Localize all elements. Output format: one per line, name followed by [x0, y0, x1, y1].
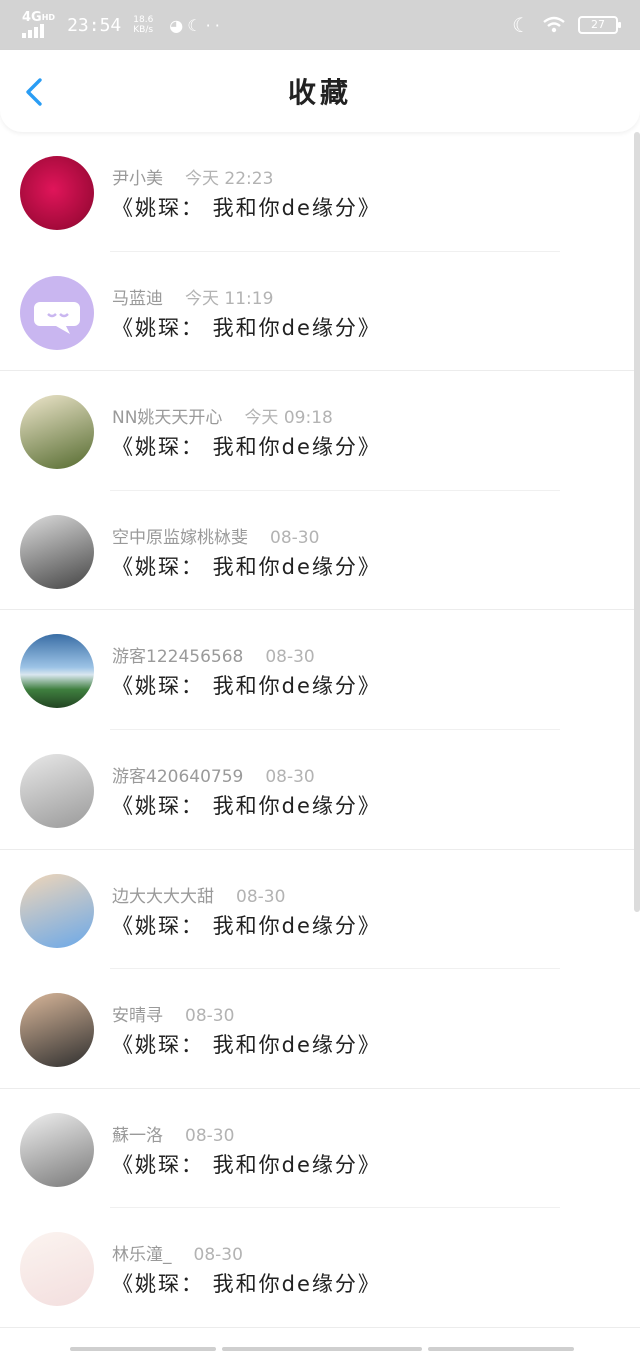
user-name[interactable]: 安晴寻 — [112, 1006, 163, 1026]
network-speed: 18.6 KB/s — [133, 15, 153, 35]
item-meta: NN姚天天开心 今天 09:18 — [112, 403, 333, 428]
list-item[interactable]: 尹小美 今天 22:23 《姚琛： 我和你de缘分》 — [0, 132, 640, 252]
list-item[interactable]: 边大大大大甜 08-30 《姚琛： 我和你de缘分》 — [0, 850, 640, 970]
list-item[interactable]: 蘇一洛 08-30 《姚琛： 我和你de缘分》 — [0, 1089, 640, 1209]
chat-bubble-icon — [34, 301, 80, 334]
item-meta: 蘇一洛 08-30 — [112, 1121, 234, 1146]
timestamp: 08-30 — [193, 1245, 243, 1266]
speed-unit: KB/s — [133, 25, 154, 35]
avatar[interactable] — [20, 634, 94, 709]
list-item[interactable]: 空中原监嫁桃栤斐 08-30 《姚琛： 我和你de缘分》 — [0, 491, 640, 611]
avatar[interactable] — [20, 156, 94, 230]
item-title[interactable]: 《姚琛： 我和你de缘分》 — [112, 1268, 381, 1298]
avatar[interactable] — [20, 1112, 94, 1187]
avatar[interactable] — [20, 395, 94, 470]
list-item[interactable]: 游客420640759 08-30 《姚琛： 我和你de缘分》 — [0, 730, 640, 850]
item-meta: 尹小美 今天 22:23 — [112, 164, 273, 189]
speed-value: 18.6 — [133, 15, 154, 25]
avatar[interactable] — [20, 1232, 94, 1307]
avatar[interactable] — [20, 873, 94, 948]
item-title[interactable]: 《姚琛： 我和你de缘分》 — [112, 1029, 381, 1059]
favorites-list: 尹小美 今天 22:23 《姚琛： 我和你de缘分》 马蓝迪 今天 11:19 《姚琛： … — [0, 132, 640, 1328]
timestamp: 今天 22:23 — [185, 169, 274, 189]
timestamp: 今天 11:19 — [185, 288, 274, 309]
nav-header: 收藏 — [0, 50, 640, 132]
do-not-disturb-icon: ☾ — [512, 13, 530, 37]
network-type: 4G — [22, 10, 42, 25]
item-title[interactable]: 《姚琛： 我和你de缘分》 — [112, 551, 381, 581]
user-name[interactable]: 尹小美 — [112, 169, 163, 189]
status-bar: 4GHD 23:54 18.6 KB/s ◕☾·· ☾ 27 — [0, 0, 640, 50]
avatar[interactable] — [20, 993, 94, 1068]
notification-icons: ◕☾·· — [169, 16, 223, 35]
item-title[interactable]: 《姚琛： 我和你de缘分》 — [112, 910, 381, 940]
item-title[interactable]: 《姚琛： 我和你de缘分》 — [112, 431, 381, 461]
list-item[interactable]: NN姚天天开心 今天 09:18 《姚琛： 我和你de缘分》 — [0, 371, 640, 491]
item-meta: 游客420640759 08-30 — [112, 762, 315, 787]
timestamp: 08-30 — [270, 527, 320, 548]
network-indicator: 4GHD — [22, 10, 56, 38]
battery-level: 27 — [591, 18, 605, 31]
list-item[interactable]: 游客122456568 08-30 《姚琛： 我和你de缘分》 — [0, 610, 640, 730]
list-item[interactable]: 马蓝迪 今天 11:19 《姚琛： 我和你de缘分》 — [0, 252, 640, 372]
item-title[interactable]: 《姚琛： 我和你de缘分》 — [112, 192, 381, 222]
status-left: 4GHD 23:54 18.6 KB/s ◕☾·· — [22, 10, 224, 38]
timestamp: 08-30 — [236, 886, 286, 907]
item-meta: 马蓝迪 今天 11:19 — [112, 284, 273, 309]
item-meta: 边大大大大甜 08-30 — [112, 882, 285, 907]
list-item[interactable]: 安晴寻 08-30 《姚琛： 我和你de缘分》 — [0, 969, 640, 1089]
status-right: ☾ 27 — [512, 13, 621, 37]
item-meta: 空中原监嫁桃栤斐 08-30 — [112, 523, 319, 548]
bottom-indicator — [70, 1347, 574, 1351]
user-name[interactable]: NN姚天天开心 — [112, 408, 222, 428]
scrollbar[interactable] — [634, 132, 640, 912]
item-title[interactable]: 《姚琛： 我和你de缘分》 — [112, 790, 381, 820]
list-item[interactable]: 林乐潼_ 08-30 《姚琛： 我和你de缘分》 — [0, 1208, 640, 1328]
item-title[interactable]: 《姚琛： 我和你de缘分》 — [112, 312, 381, 342]
user-name[interactable]: 蘇一洛 — [112, 1126, 163, 1146]
user-name[interactable]: 马蓝迪 — [112, 289, 163, 309]
timestamp: 08-30 — [265, 766, 315, 787]
battery-icon: 27 — [578, 16, 621, 34]
wifi-icon — [543, 16, 565, 33]
item-title[interactable]: 《姚琛： 我和你de缘分》 — [112, 670, 381, 700]
moon-icon: ☾ — [187, 15, 206, 35]
back-button[interactable] — [18, 72, 54, 112]
timestamp: 08-30 — [265, 647, 315, 668]
timestamp: 08-30 — [185, 1125, 235, 1146]
user-name[interactable]: 游客420640759 — [112, 767, 243, 787]
user-name[interactable]: 空中原监嫁桃栤斐 — [112, 528, 248, 548]
avatar[interactable] — [20, 275, 94, 350]
item-meta: 游客122456568 08-30 — [112, 642, 315, 667]
more-dots-icon: ·· — [205, 15, 224, 35]
message-icon: ◕ — [169, 15, 188, 35]
user-name[interactable]: 游客122456568 — [112, 647, 243, 667]
timestamp: 今天 09:18 — [244, 408, 333, 429]
user-name[interactable]: 边大大大大甜 — [112, 887, 214, 907]
network-sub: HD — [41, 13, 56, 22]
avatar[interactable] — [20, 753, 94, 828]
divider — [0, 1326, 640, 1328]
page-title: 收藏 — [287, 76, 352, 109]
item-meta: 安晴寻 08-30 — [112, 1001, 234, 1026]
user-name[interactable]: 林乐潼_ — [112, 1245, 172, 1265]
avatar[interactable] — [20, 514, 94, 589]
chevron-left-icon — [26, 78, 42, 106]
item-meta: 林乐潼_ 08-30 — [112, 1240, 243, 1265]
signal-icon — [22, 24, 55, 38]
timestamp: 08-30 — [185, 1006, 235, 1027]
item-title[interactable]: 《姚琛： 我和你de缘分》 — [112, 1149, 381, 1179]
clock: 23:54 — [67, 14, 122, 36]
